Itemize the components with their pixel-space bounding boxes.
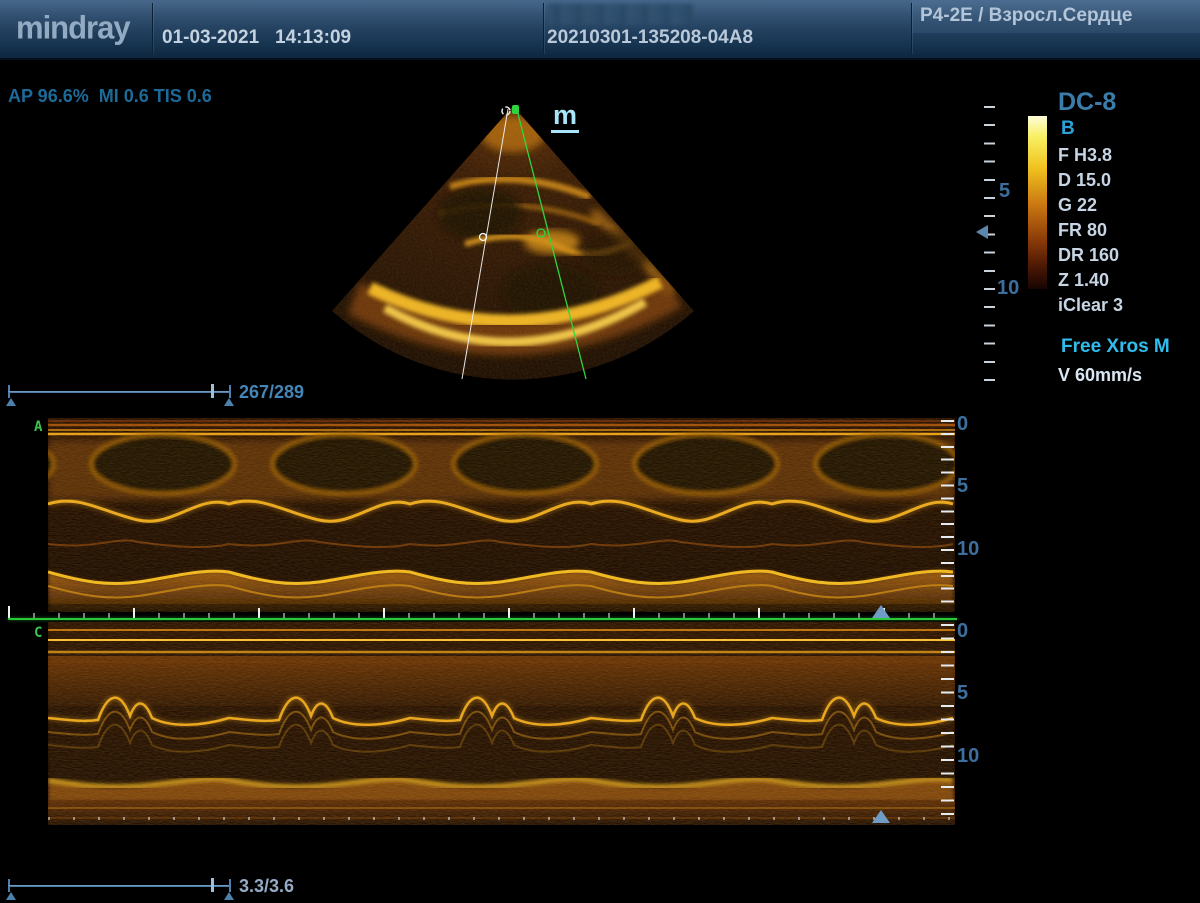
b-mode-parameters: F H3.8 D 15.0 G 22 FR 80 DR 160 Z 1.40 i… [1058, 143, 1188, 318]
cine-frame-counter: 267/289 [239, 382, 304, 403]
trace-a-depth-5: 5 [957, 475, 968, 498]
titlebar-divider [543, 3, 544, 54]
cine-start-triangle[interactable] [6, 398, 16, 406]
timeline-baseline [8, 618, 957, 620]
cine-track[interactable] [8, 391, 231, 393]
param-zoom: Z 1.40 [1058, 268, 1188, 293]
m-mode-trace-c [48, 622, 955, 825]
trace-a-depth-ticks [941, 420, 954, 610]
focus-marker-icon[interactable] [976, 225, 988, 239]
time-start-triangle[interactable] [6, 892, 16, 900]
probe-preset-text: P4-2E / Взросл.Сердце [920, 5, 1132, 27]
b-mode-image[interactable] [300, 92, 720, 392]
time-scrollbar[interactable]: 3.3/3.6 [8, 876, 338, 903]
m-mode-cursor-label: m [551, 102, 579, 133]
time-counter: 3.3/3.6 [239, 876, 294, 897]
trace-a-position-triangle[interactable] [872, 605, 890, 618]
grayscale-colorbar [1028, 116, 1047, 289]
acoustic-power-readout: AP 96.6% MI 0.6 TIS 0.6 [8, 86, 212, 107]
exam-id-text: 20210301-135208-04A8 [547, 27, 753, 49]
cine-end-tick [229, 385, 231, 398]
b-depth-label-10: 10 [997, 277, 1019, 300]
sweep-speed-label: V 60mm/s [1058, 365, 1142, 386]
cine-end-triangle[interactable] [224, 398, 234, 406]
b-depth-label-5: 5 [999, 180, 1010, 203]
system-model-label: DC-8 [1058, 88, 1116, 117]
trace-a-label: A [34, 419, 42, 435]
trace-c-label: C [34, 625, 42, 641]
time-position-marker[interactable] [211, 878, 214, 892]
param-frame-rate: FR 80 [1058, 218, 1188, 243]
param-gain: G 22 [1058, 193, 1188, 218]
mode-b-label: B [1061, 118, 1075, 140]
trace-a-depth-0: 0 [957, 413, 968, 436]
patient-name-redacted [547, 4, 693, 24]
trace-c-time-dots [48, 817, 955, 820]
mindray-logo: mindray [16, 9, 130, 47]
param-dynamic-range: DR 160 [1058, 243, 1188, 268]
param-depth: D 15.0 [1058, 168, 1188, 193]
time-track[interactable] [8, 885, 231, 887]
trace-c-position-triangle[interactable] [872, 810, 890, 823]
b-depth-ruler-ticks [984, 106, 995, 382]
trace-c-depth-5: 5 [957, 682, 968, 705]
time-end-tick [229, 879, 231, 892]
trace-c-depth-ticks [941, 624, 954, 822]
timeline-major-ticks [8, 608, 956, 618]
param-iclear: iClear 3 [1058, 293, 1188, 318]
trace-c-depth-0: 0 [957, 620, 968, 643]
title-bar: mindray 01-03-2021 14:13:09 20210301-135… [0, 0, 1200, 60]
titlebar-divider [152, 3, 153, 54]
param-frequency: F H3.8 [1058, 143, 1188, 168]
free-xros-m-label: Free Xros M [1061, 336, 1170, 358]
datetime-text: 01-03-2021 14:13:09 [162, 27, 351, 49]
timeline-start-tick [8, 606, 10, 618]
trace-a-depth-10: 10 [957, 538, 979, 561]
m-mode-trace-a [48, 418, 955, 612]
cine-scrollbar[interactable]: 267/289 [8, 382, 338, 409]
time-end-triangle[interactable] [224, 892, 234, 900]
cine-position-marker[interactable] [211, 384, 214, 398]
trace-c-depth-10: 10 [957, 745, 979, 768]
ultrasound-screen: { "header": { "logo": "mindray", "dateti… [0, 0, 1200, 900]
